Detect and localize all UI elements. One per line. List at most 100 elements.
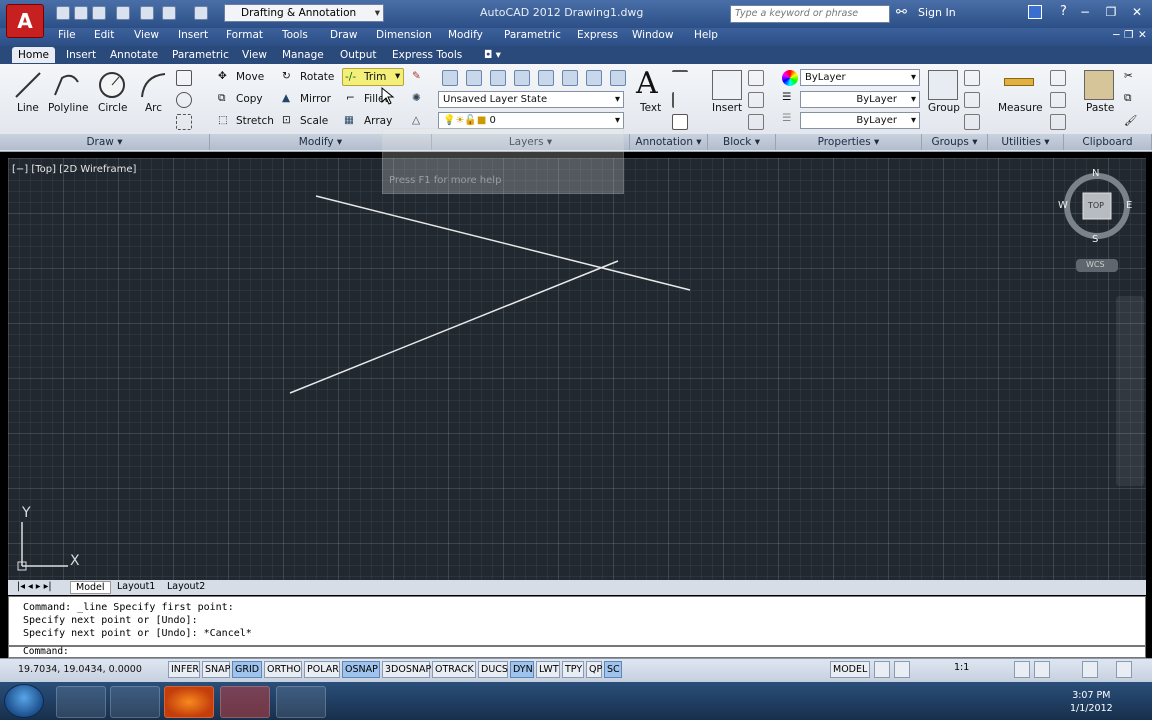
quick-view-layouts-icon[interactable] [874, 661, 890, 678]
menu-view[interactable]: View [134, 29, 159, 41]
tab-manage[interactable]: Manage [276, 47, 330, 63]
coordinate-readout[interactable]: 19.7034, 19.0434, 0.0000 [18, 664, 142, 675]
viewport-controls-label[interactable]: [−] [Top] [2D Wireframe] [12, 164, 136, 175]
erase-icon[interactable]: ✎ [412, 70, 421, 82]
media-player-taskbar-icon[interactable] [110, 686, 160, 718]
text-label[interactable]: Text [640, 102, 661, 114]
layer-properties-icon[interactable] [442, 70, 458, 86]
array-button[interactable]: Array [364, 115, 392, 127]
group-select-icon[interactable] [964, 114, 980, 130]
clean-screen-icon[interactable] [1116, 661, 1132, 678]
status-toggle-lwt[interactable]: LWT [536, 661, 560, 678]
search-input[interactable]: Type a keyword or phrase [730, 5, 890, 23]
menu-restore-icon[interactable]: ❐ [1124, 29, 1133, 41]
menu-format[interactable]: Format [226, 29, 263, 41]
menu-tools[interactable]: Tools [282, 29, 308, 41]
menu-help[interactable]: Help [694, 29, 718, 41]
tab-home[interactable]: Home [12, 47, 56, 63]
layer-walk-icon[interactable] [610, 70, 626, 86]
model-space-button[interactable]: MODEL [830, 661, 871, 678]
arc-label[interactable]: Arc [145, 102, 162, 114]
menu-draw[interactable]: Draw [330, 29, 357, 41]
hatch-icon[interactable] [176, 92, 192, 108]
window-taskbar-icon[interactable] [276, 686, 326, 718]
layer-match-icon[interactable] [562, 70, 578, 86]
circle-icon[interactable] [97, 70, 127, 100]
ribbon-toggle-icon[interactable]: ◘ ▾ [478, 47, 507, 63]
color-dropdown[interactable]: ByLayer ▾ [800, 69, 920, 86]
firefox-taskbar-icon[interactable] [164, 686, 214, 718]
menu-dimension[interactable]: Dimension [376, 29, 432, 41]
line-icon[interactable] [13, 70, 43, 100]
rotate-button[interactable]: Rotate [300, 71, 334, 83]
status-toggle-ducs[interactable]: DUCS [478, 661, 508, 678]
cut-icon[interactable]: ✂ [1124, 70, 1133, 82]
offset-icon[interactable]: △ [412, 114, 420, 126]
viewcube-south[interactable]: S [1092, 234, 1098, 245]
group-label[interactable]: Group [928, 102, 960, 114]
tab-insert[interactable]: Insert [60, 47, 102, 63]
layer-previous-icon[interactable] [586, 70, 602, 86]
dimension-icon[interactable] [672, 70, 688, 86]
color-wheel-icon[interactable] [782, 70, 798, 86]
menu-close-icon[interactable]: ✕ [1138, 29, 1147, 41]
status-toggle-dyn[interactable]: DYN [510, 661, 534, 678]
panel-groups[interactable]: Groups ▾ [922, 134, 988, 150]
measure-label[interactable]: Measure [998, 102, 1043, 114]
stretch-button[interactable]: Stretch [236, 115, 274, 127]
menu-minimize-icon[interactable]: − [1112, 29, 1121, 41]
status-toggle-grid[interactable]: GRID [232, 661, 262, 678]
trim-button[interactable]: Trim [364, 71, 386, 83]
table-icon[interactable] [672, 114, 688, 130]
application-menu-button[interactable]: A [6, 4, 44, 38]
layer-off-icon[interactable] [466, 70, 482, 86]
insert-icon[interactable] [712, 70, 742, 100]
layer-freeze-icon[interactable] [514, 70, 530, 86]
trim-dropdown-icon[interactable]: ▾ [395, 70, 400, 82]
tab-view[interactable]: View [236, 47, 273, 63]
calculator-icon[interactable] [1050, 114, 1066, 130]
paste-icon[interactable] [1084, 70, 1114, 100]
paste-label[interactable]: Paste [1086, 102, 1114, 114]
open-icon[interactable] [74, 6, 88, 20]
plot-icon[interactable] [140, 6, 154, 20]
group-edit-icon[interactable] [964, 92, 980, 108]
layer-dropdown[interactable]: 💡☀🔓■ 0 ▾ [438, 112, 624, 129]
polyline-label[interactable]: Polyline [48, 102, 88, 114]
panel-draw[interactable]: Draw ▾ [0, 134, 210, 150]
viewcube-north[interactable]: N [1092, 168, 1099, 179]
annotation-scale[interactable]: 1:1 [952, 660, 971, 677]
status-toggle-infer[interactable]: INFER [168, 661, 200, 678]
leader-icon[interactable] [672, 92, 688, 108]
isolate-objects-icon[interactable] [1082, 661, 1098, 678]
scale-button[interactable]: Scale [300, 115, 328, 127]
panel-clipboard[interactable]: Clipboard [1064, 134, 1152, 150]
lineweight-dropdown[interactable]: ByLayer ▾ [800, 91, 920, 108]
menu-edit[interactable]: Edit [94, 29, 114, 41]
minimize-icon[interactable]: − [1072, 3, 1098, 21]
layer-state-dropdown[interactable]: Unsaved Layer State ▾ [438, 91, 624, 108]
status-toggle-osnap[interactable]: OSNAP [342, 661, 380, 678]
taskbar-clock[interactable]: 3:07 PM 1/1/2012 [1070, 689, 1113, 715]
status-toggle-sc[interactable]: SC [604, 661, 622, 678]
status-toggle-otrack[interactable]: OTRACK [432, 661, 476, 678]
tab-model[interactable]: Model [70, 581, 111, 594]
layer-isolate-icon[interactable] [490, 70, 506, 86]
toolbar-lock-icon[interactable] [1034, 661, 1050, 678]
text-icon[interactable]: A [636, 66, 658, 101]
fillet-button[interactable]: Fillet [364, 93, 389, 105]
start-button-icon[interactable] [4, 684, 44, 718]
linetype-dropdown[interactable]: ByLayer ▾ [800, 112, 920, 129]
create-block-icon[interactable] [748, 70, 764, 86]
status-toggle-3dosnap[interactable]: 3DOSNAP [382, 661, 431, 678]
line-label[interactable]: Line [17, 102, 39, 114]
point-id-icon[interactable] [1050, 92, 1066, 108]
match-properties-icon[interactable]: 🖌 [1124, 114, 1137, 127]
tab-layout2[interactable]: Layout2 [162, 581, 210, 592]
rectangle-icon[interactable] [176, 70, 192, 86]
viewcube-top-label[interactable]: TOP [1088, 201, 1104, 210]
workspace-switch-icon[interactable] [1014, 661, 1030, 678]
workspace-dropdown[interactable]: Drafting & Annotation ▾ [224, 4, 384, 22]
status-toggle-snap[interactable]: SNAP [202, 661, 230, 678]
polyline-icon[interactable] [52, 70, 82, 100]
